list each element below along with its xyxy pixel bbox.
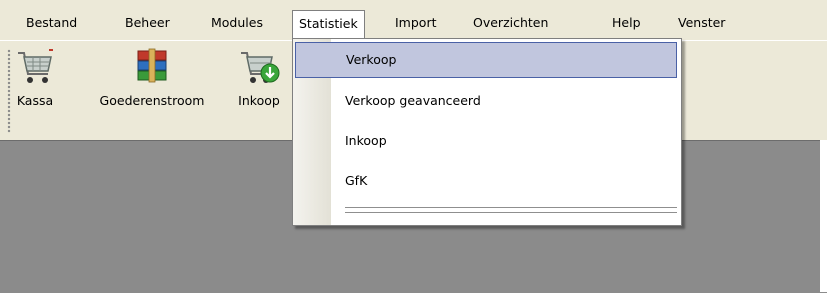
menu-venster[interactable]: Venster (678, 12, 725, 34)
menu-bestand[interactable]: Bestand (26, 12, 77, 34)
menu-overzichten[interactable]: Overzichten (473, 12, 548, 34)
menu-beheer[interactable]: Beheer (125, 12, 170, 34)
inkoop-button[interactable]: Inkoop (236, 47, 282, 108)
menu-separator (345, 212, 677, 213)
statistiek-dropdown: Verkoop Verkoop geavanceerd Inkoop GfK (292, 38, 682, 226)
menu-import[interactable]: Import (395, 12, 437, 34)
window-edge (820, 140, 827, 292)
menu-item-verkoop[interactable]: Verkoop (295, 42, 677, 78)
shopping-cart-icon (18, 49, 53, 83)
menu-help[interactable]: Help (612, 12, 641, 34)
menu-item-gfk[interactable]: GfK (295, 164, 677, 200)
goederenstroom-label: Goederenstroom (99, 93, 205, 108)
menu-bar: Bestand Beheer Modules Statistiek Import… (0, 0, 827, 40)
toolbar-grip[interactable] (7, 49, 11, 133)
menu-item-inkoop[interactable]: Inkoop (295, 124, 677, 160)
menu-modules[interactable]: Modules (211, 12, 263, 34)
goederenstroom-button[interactable]: Goederenstroom (88, 47, 216, 108)
menu-separator (345, 207, 677, 208)
menu-item-verkoop-geavanceerd[interactable]: Verkoop geavanceerd (295, 84, 677, 120)
kassa-label: Kassa (16, 93, 54, 108)
cart-download-icon (241, 52, 280, 83)
stacked-boxes-icon (137, 48, 167, 83)
inkoop-label: Inkoop (238, 93, 280, 108)
menu-statistiek[interactable]: Statistiek (292, 10, 365, 38)
kassa-button[interactable]: Kassa (14, 47, 56, 108)
